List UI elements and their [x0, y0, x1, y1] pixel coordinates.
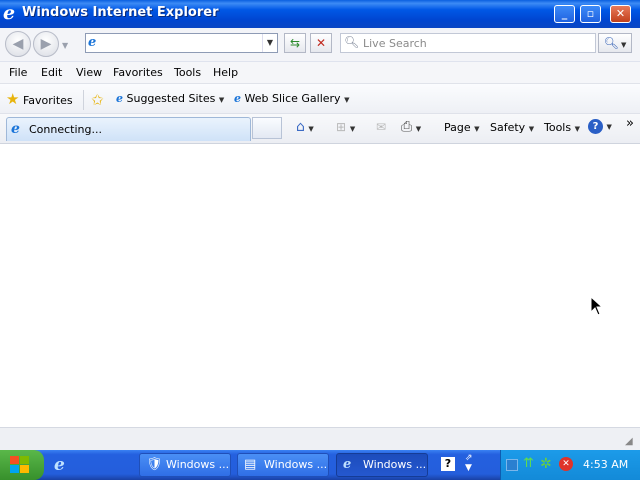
printer-icon: ⎙ — [401, 119, 413, 135]
add-favorite-icon: ✩ — [91, 91, 104, 109]
favorites-star-icon: ★ — [6, 90, 20, 108]
home-icon: ⌂ — [296, 119, 305, 135]
taskbar-button-label: Windows ... — [264, 458, 328, 471]
read-mail-button[interactable]: ✉ — [376, 120, 386, 134]
taskbar-scroll-icon[interactable]: ⇗ ▼ — [465, 453, 473, 473]
page-menu-label: Page — [444, 121, 471, 134]
web-slice-gallery-button[interactable]: e Web Slice Gallery ▼ — [234, 92, 349, 105]
chevron-down-icon: ▼ — [474, 125, 480, 133]
new-tab-button[interactable] — [252, 117, 282, 139]
chevron-down-icon: ▼ — [574, 125, 580, 133]
recent-pages-dropdown-icon[interactable]: ▼ — [62, 41, 68, 50]
page-favicon-icon: e — [88, 35, 97, 50]
forward-button[interactable]: ▶ — [33, 31, 59, 57]
tools-menu-button[interactable]: Tools ▼ — [544, 121, 580, 134]
ie-icon: e — [343, 457, 352, 472]
chevron-down-icon: ▼ — [528, 125, 535, 133]
add-to-favorites-bar-button[interactable]: ✩ — [91, 91, 104, 109]
tools-menu-label: Tools — [544, 121, 572, 134]
clock[interactable]: 4:53 AM — [583, 458, 628, 471]
ie-page-icon: e — [234, 92, 241, 105]
suggested-sites-label: Suggested Sites — [126, 92, 216, 105]
status-bar — [0, 427, 640, 450]
window-title: Windows Internet Explorer — [22, 5, 219, 20]
search-box[interactable]: 🔍︎ — [340, 33, 596, 53]
network-icon[interactable] — [506, 459, 518, 471]
taskbar-button-label: Windows ... — [166, 458, 230, 471]
safety-menu-button[interactable]: Safety ▼ — [490, 121, 534, 134]
mail-icon: ✉ — [376, 120, 387, 134]
back-button[interactable]: ◀ — [5, 31, 31, 57]
safety-menu-label: Safety — [490, 121, 526, 134]
help-tray-icon[interactable]: ? — [441, 457, 455, 471]
feeds-button[interactable]: ⊞ ▼ — [336, 120, 355, 134]
maximize-button[interactable]: ▫ — [580, 5, 601, 23]
more-commands-chevron-icon[interactable]: » — [626, 116, 634, 131]
chevron-down-icon: ▼ — [308, 125, 314, 133]
menu-tools[interactable]: Tools — [174, 66, 201, 79]
divider — [83, 90, 84, 110]
start-button[interactable] — [0, 450, 44, 480]
minimize-button[interactable]: _ — [554, 5, 575, 23]
windows-logo-icon — [10, 456, 29, 473]
ie-logo-icon: e — [3, 2, 16, 24]
bug-icon[interactable]: ✲ — [540, 456, 552, 472]
taskbar-button-ie[interactable]: e Windows ... — [336, 453, 428, 477]
tab-label: Connecting... — [29, 123, 102, 136]
chevron-down-icon: ▼ — [218, 96, 225, 104]
tab-page-icon: e — [11, 121, 20, 137]
search-input[interactable] — [361, 35, 581, 51]
chevron-down-icon: ▼ — [606, 123, 612, 131]
quick-launch-ie-icon[interactable]: e — [54, 455, 65, 475]
page-menu-button[interactable]: Page ▼ — [444, 121, 480, 134]
resize-grip-icon[interactable]: ◢ — [625, 436, 637, 448]
web-slice-gallery-label: Web Slice Gallery — [244, 92, 341, 105]
favorites-label: Favorites — [22, 94, 73, 107]
home-button[interactable]: ⌂ ▼ — [296, 119, 314, 135]
menu-favorites[interactable]: Favorites — [113, 66, 163, 79]
security-shield-icon: 🛡 — [146, 457, 163, 472]
chevron-down-icon: ▼ — [344, 96, 350, 104]
print-button[interactable]: ⎙ ▼ — [401, 119, 421, 135]
taskbar-button-security[interactable]: 🛡 Windows ... — [139, 453, 231, 477]
close-button[interactable]: ✕ — [610, 5, 631, 23]
menu-edit[interactable]: Edit — [41, 66, 62, 79]
help-icon: ? — [588, 119, 603, 134]
address-input[interactable] — [106, 35, 256, 51]
favorites-button[interactable]: ★ Favorites — [6, 90, 73, 108]
security-alert-icon[interactable]: ✕ — [559, 457, 573, 471]
menu-help[interactable]: Help — [213, 66, 238, 79]
menu-view[interactable]: View — [76, 66, 102, 79]
ie-page-icon: e — [116, 92, 123, 105]
update-icon[interactable]: ⇈ — [523, 456, 534, 471]
address-bar[interactable]: e ▼ — [85, 33, 278, 53]
search-button[interactable]: 🔍︎ ▼ — [598, 33, 632, 53]
task-manager-icon: ▤ — [244, 457, 257, 472]
help-button[interactable]: ? ▼ — [588, 119, 612, 134]
suggested-sites-button[interactable]: e Suggested Sites ▼ — [116, 92, 224, 105]
address-dropdown-icon[interactable]: ▼ — [262, 34, 277, 52]
search-icon: 🔍︎ — [344, 35, 360, 49]
mouse-cursor-icon — [590, 296, 604, 316]
refresh-button[interactable]: ⇆ — [284, 33, 306, 53]
page-content[interactable] — [0, 145, 640, 427]
chevron-down-icon: ▼ — [349, 125, 356, 133]
taskbar-button-label: Windows ... — [363, 458, 427, 471]
chevron-down-icon: ▼ — [415, 125, 422, 133]
tab-current[interactable]: e Connecting... — [6, 117, 251, 141]
stop-button[interactable]: ✕ — [310, 33, 332, 53]
rss-feed-icon: ⊞ — [336, 120, 347, 134]
taskbar-button-task-manager[interactable]: ▤ Windows ... — [237, 453, 329, 477]
menu-file[interactable]: File — [9, 66, 27, 79]
